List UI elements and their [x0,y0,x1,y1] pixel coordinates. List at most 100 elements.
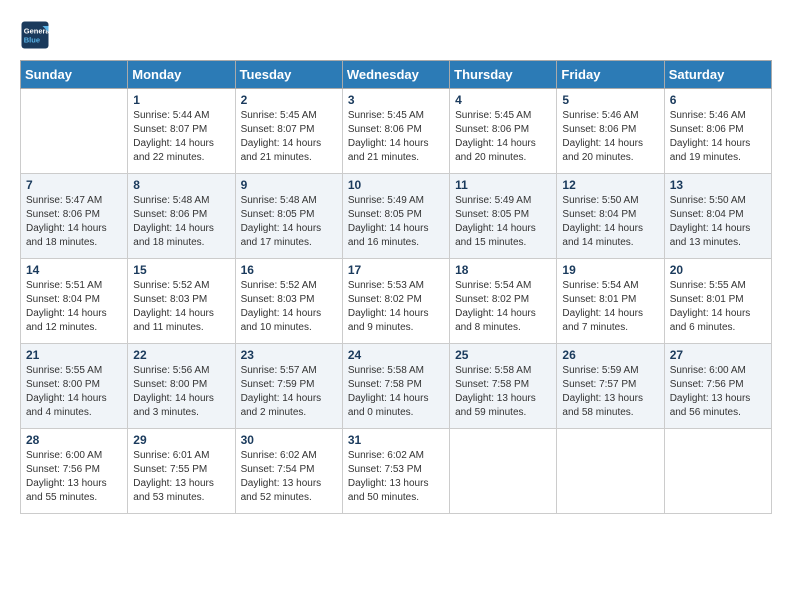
day-number: 27 [670,348,766,362]
calendar-cell: 22Sunrise: 5:56 AM Sunset: 8:00 PM Dayli… [128,344,235,429]
day-info: Sunrise: 5:54 AM Sunset: 8:01 PM Dayligh… [562,279,658,335]
calendar-cell: 13 Sunrise: 5:50 AM Sunset: 8:04 PM Dayli… [664,174,771,259]
weekday-header: Tuesday [235,61,342,89]
calendar-cell: 10 Sunrise: 5:49 AM Sunset: 8:05 PM Dayli… [342,174,449,259]
day-info: Sunrise: 5:58 AM Sunset: 7:58 PM Dayligh… [348,364,444,420]
day-info: Sunrise: 5:59 AM Sunset: 7:57 PM Dayligh… [562,364,658,420]
calendar-cell: 14 Sunrise: 5:51 AM Sunset: 8:04 PM Dayli… [21,259,128,344]
day-info: Sunrise: 5:52 AM Sunset: 8:03 PM Dayligh… [241,279,337,335]
day-info: Sunrise: 5:45 AM Sunset: 8:06 PM Dayligh… [455,109,551,165]
day-info: Sunrise: 5:52 AM Sunset: 8:03 PM Dayligh… [133,279,229,335]
day-info: Sunrise: 5:51 AM Sunset: 8:04 PM Dayligh… [26,279,122,335]
calendar-week-row: 14 Sunrise: 5:51 AM Sunset: 8:04 PM Dayli… [21,259,772,344]
day-info: Sunrise: 5:50 AM Sunset: 8:04 PM Dayligh… [562,194,658,250]
day-info: Sunrise: 5:47 AM Sunset: 8:06 PM Dayligh… [26,194,122,250]
day-number: 31 [348,433,444,447]
day-info: Sunrise: 5:46 AM Sunset: 8:06 PM Dayligh… [562,109,658,165]
day-info: Sunrise: 5:45 AM Sunset: 8:07 PM Dayligh… [241,109,337,165]
day-info: Sunrise: 5:55 AM Sunset: 8:01 PM Dayligh… [670,279,766,335]
calendar-cell: 24 Sunrise: 5:58 AM Sunset: 7:58 PM Dayli… [342,344,449,429]
calendar-cell: 28 Sunrise: 6:00 AM Sunset: 7:56 PM Dayli… [21,429,128,514]
day-number: 15 [133,263,229,277]
day-info: Sunrise: 5:54 AM Sunset: 8:02 PM Dayligh… [455,279,551,335]
weekday-header: Saturday [664,61,771,89]
day-info: Sunrise: 5:48 AM Sunset: 8:05 PM Dayligh… [241,194,337,250]
weekday-header: Thursday [450,61,557,89]
day-number: 22 [133,348,229,362]
calendar-cell: 15 Sunrise: 5:52 AM Sunset: 8:03 PM Dayli… [128,259,235,344]
calendar-cell: 30Sunrise: 6:02 AM Sunset: 7:54 PM Dayli… [235,429,342,514]
calendar-cell: 25 Sunrise: 5:58 AM Sunset: 7:58 PM Dayli… [450,344,557,429]
calendar-cell [664,429,771,514]
weekday-header: Friday [557,61,664,89]
day-number: 12 [562,178,658,192]
calendar-body: 1 Sunrise: 5:44 AM Sunset: 8:07 PM Daylig… [21,89,772,514]
day-number: 1 [133,93,229,107]
day-info: Sunrise: 5:46 AM Sunset: 8:06 PM Dayligh… [670,109,766,165]
day-number: 25 [455,348,551,362]
calendar-cell: 2 Sunrise: 5:45 AM Sunset: 8:07 PM Daylig… [235,89,342,174]
day-number: 3 [348,93,444,107]
calendar-cell: 11 Sunrise: 5:49 AM Sunset: 8:05 PM Dayli… [450,174,557,259]
day-number: 16 [241,263,337,277]
calendar-cell: 27 Sunrise: 6:00 AM Sunset: 7:56 PM Dayli… [664,344,771,429]
calendar-table: SundayMondayTuesdayWednesdayThursdayFrid… [20,60,772,514]
calendar-cell [450,429,557,514]
day-number: 28 [26,433,122,447]
day-number: 9 [241,178,337,192]
day-info: Sunrise: 5:53 AM Sunset: 8:02 PM Dayligh… [348,279,444,335]
calendar-cell: 8 Sunrise: 5:48 AM Sunset: 8:06 PM Daylig… [128,174,235,259]
calendar-cell [21,89,128,174]
day-number: 11 [455,178,551,192]
calendar-cell: 23Sunrise: 5:57 AM Sunset: 7:59 PM Dayli… [235,344,342,429]
day-number: 10 [348,178,444,192]
calendar-cell: 4 Sunrise: 5:45 AM Sunset: 8:06 PM Daylig… [450,89,557,174]
calendar-cell: 12 Sunrise: 5:50 AM Sunset: 8:04 PM Dayli… [557,174,664,259]
day-number: 17 [348,263,444,277]
calendar-cell: 5 Sunrise: 5:46 AM Sunset: 8:06 PM Daylig… [557,89,664,174]
calendar-cell: 16 Sunrise: 5:52 AM Sunset: 8:03 PM Dayli… [235,259,342,344]
day-info: Sunrise: 6:01 AM Sunset: 7:55 PM Dayligh… [133,449,229,505]
calendar-cell: 6 Sunrise: 5:46 AM Sunset: 8:06 PM Daylig… [664,89,771,174]
day-info: Sunrise: 5:48 AM Sunset: 8:06 PM Dayligh… [133,194,229,250]
calendar-cell: 29 Sunrise: 6:01 AM Sunset: 7:55 PM Dayli… [128,429,235,514]
logo-icon: General Blue [20,20,50,50]
day-number: 18 [455,263,551,277]
calendar-cell: 19 Sunrise: 5:54 AM Sunset: 8:01 PM Dayli… [557,259,664,344]
calendar-header-row: SundayMondayTuesdayWednesdayThursdayFrid… [21,61,772,89]
day-info: Sunrise: 5:49 AM Sunset: 8:05 PM Dayligh… [348,194,444,250]
day-info: Sunrise: 5:58 AM Sunset: 7:58 PM Dayligh… [455,364,551,420]
calendar-cell: 18 Sunrise: 5:54 AM Sunset: 8:02 PM Dayli… [450,259,557,344]
calendar-cell: 3 Sunrise: 5:45 AM Sunset: 8:06 PM Daylig… [342,89,449,174]
day-info: Sunrise: 5:44 AM Sunset: 8:07 PM Dayligh… [133,109,229,165]
calendar-cell: 21Sunrise: 5:55 AM Sunset: 8:00 PM Dayli… [21,344,128,429]
day-number: 14 [26,263,122,277]
day-number: 8 [133,178,229,192]
calendar-week-row: 28 Sunrise: 6:00 AM Sunset: 7:56 PM Dayli… [21,429,772,514]
day-number: 23 [241,348,337,362]
calendar-week-row: 7 Sunrise: 5:47 AM Sunset: 8:06 PM Daylig… [21,174,772,259]
day-number: 13 [670,178,766,192]
day-info: Sunrise: 6:00 AM Sunset: 7:56 PM Dayligh… [26,449,122,505]
day-info: Sunrise: 5:45 AM Sunset: 8:06 PM Dayligh… [348,109,444,165]
weekday-header: Monday [128,61,235,89]
calendar-cell: 1 Sunrise: 5:44 AM Sunset: 8:07 PM Daylig… [128,89,235,174]
day-number: 24 [348,348,444,362]
weekday-header: Sunday [21,61,128,89]
day-number: 4 [455,93,551,107]
day-info: Sunrise: 6:02 AM Sunset: 7:54 PM Dayligh… [241,449,337,505]
logo: General Blue [20,20,50,50]
day-info: Sunrise: 6:00 AM Sunset: 7:56 PM Dayligh… [670,364,766,420]
day-number: 21 [26,348,122,362]
day-number: 7 [26,178,122,192]
day-info: Sunrise: 5:49 AM Sunset: 8:05 PM Dayligh… [455,194,551,250]
day-number: 6 [670,93,766,107]
day-number: 19 [562,263,658,277]
calendar-cell: 7 Sunrise: 5:47 AM Sunset: 8:06 PM Daylig… [21,174,128,259]
day-info: Sunrise: 6:02 AM Sunset: 7:53 PM Dayligh… [348,449,444,505]
day-number: 5 [562,93,658,107]
day-number: 29 [133,433,229,447]
day-info: Sunrise: 5:50 AM Sunset: 8:04 PM Dayligh… [670,194,766,250]
day-number: 2 [241,93,337,107]
calendar-week-row: 1 Sunrise: 5:44 AM Sunset: 8:07 PM Daylig… [21,89,772,174]
